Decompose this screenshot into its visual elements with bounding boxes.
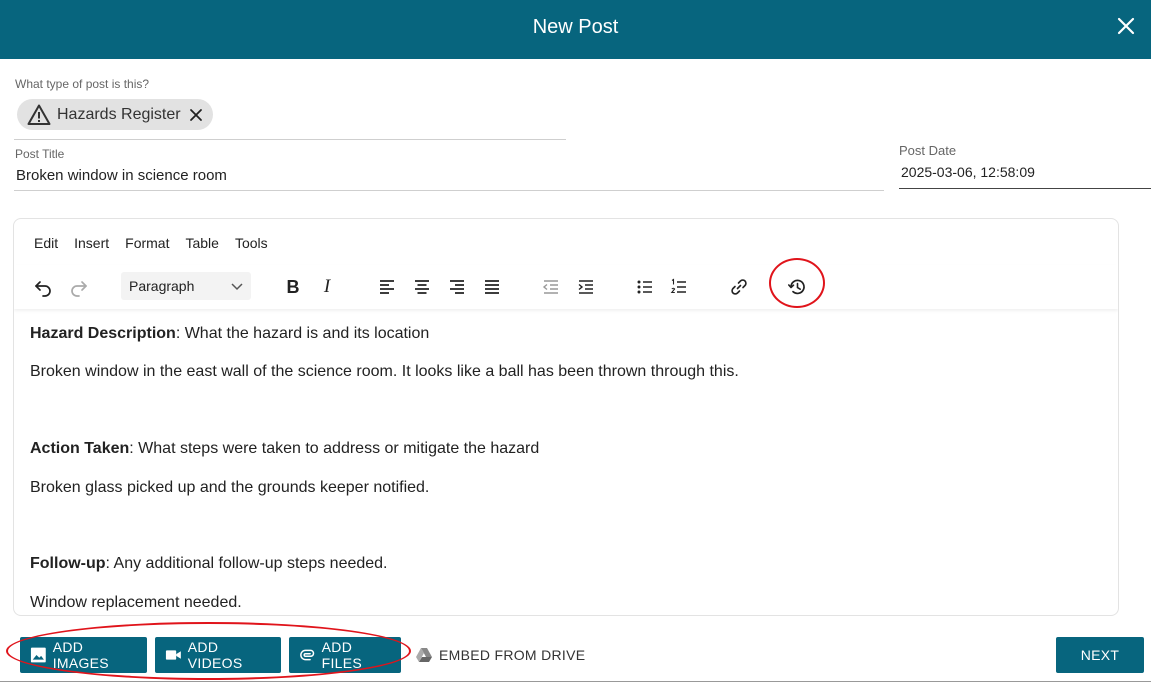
add-images-button[interactable]: ADD IMAGES xyxy=(20,637,147,673)
post-date-underline xyxy=(899,188,1151,189)
video-camera-icon xyxy=(165,650,181,660)
post-type-label: What type of post is this? xyxy=(15,77,150,91)
close-icon[interactable] xyxy=(1117,17,1135,35)
redo-icon[interactable] xyxy=(65,273,93,301)
paperclip-icon xyxy=(300,649,315,661)
menu-format[interactable]: Format xyxy=(125,235,169,251)
menu-table[interactable]: Table xyxy=(185,235,218,251)
editor-toolbar: Paragraph B I xyxy=(14,265,1118,309)
embed-from-drive-label: EMBED FROM DRIVE xyxy=(439,647,586,663)
action-heading: Action Taken xyxy=(30,440,130,457)
dialog-header: New Post xyxy=(0,0,1151,59)
history-icon[interactable] xyxy=(783,273,811,301)
action-bar: ADD IMAGES ADD VIDEOS ADD FILES EMBED FR… xyxy=(0,628,1151,682)
post-type-underline xyxy=(14,139,566,140)
align-justify-icon[interactable] xyxy=(478,273,506,301)
add-videos-label: ADD VIDEOS xyxy=(187,639,243,671)
follow-text: Window replacement needed. xyxy=(30,594,242,611)
add-videos-button[interactable]: ADD VIDEOS xyxy=(155,637,281,673)
editor-menubar: Edit Insert Format Table Tools xyxy=(34,235,268,251)
align-right-icon[interactable] xyxy=(443,273,471,301)
dialog-title: New Post xyxy=(532,16,619,38)
post-title-label: Post Title xyxy=(15,147,65,161)
post-type-chip-label: Hazards Register xyxy=(57,105,181,123)
align-center-icon[interactable] xyxy=(408,273,436,301)
bold-icon[interactable]: B xyxy=(279,273,307,301)
google-drive-icon xyxy=(416,648,432,662)
image-icon xyxy=(30,647,46,663)
action-taken-line: Action Taken: What steps were taken to a… xyxy=(30,439,539,459)
menu-edit[interactable]: Edit xyxy=(34,235,58,251)
add-images-label: ADD IMAGES xyxy=(52,639,109,671)
next-button[interactable]: NEXT xyxy=(1056,637,1144,673)
post-title-underline xyxy=(14,190,884,191)
block-format-select[interactable]: Paragraph xyxy=(121,272,251,300)
menu-tools[interactable]: Tools xyxy=(235,235,268,251)
hazard-text: Broken window in the east wall of the sc… xyxy=(30,363,739,380)
menu-insert[interactable]: Insert xyxy=(74,235,109,251)
hazard-description-line: Hazard Description: What the hazard is a… xyxy=(30,324,429,344)
outdent-icon[interactable] xyxy=(537,273,565,301)
action-text: Broken glass picked up and the grounds k… xyxy=(30,479,430,496)
hazard-prompt: : What the hazard is and its location xyxy=(175,325,430,342)
chip-remove-icon[interactable] xyxy=(189,108,203,122)
align-left-icon[interactable] xyxy=(373,273,401,301)
add-files-label: ADD FILES xyxy=(321,639,363,671)
link-icon[interactable] xyxy=(725,273,753,301)
undo-icon[interactable] xyxy=(29,273,57,301)
bullet-list-icon[interactable] xyxy=(631,273,659,301)
block-format-value: Paragraph xyxy=(129,278,195,294)
chevron-down-icon xyxy=(230,279,244,293)
add-files-button[interactable]: ADD FILES xyxy=(289,637,401,673)
post-date-input[interactable]: 2025-03-06, 12:58:09 xyxy=(901,164,1035,180)
rich-text-editor: Edit Insert Format Table Tools Paragraph… xyxy=(13,218,1119,616)
next-label: NEXT xyxy=(1080,647,1120,663)
embed-from-drive-button[interactable]: EMBED FROM DRIVE xyxy=(415,637,585,673)
hazard-heading: Hazard Description xyxy=(30,325,176,342)
post-type-chip[interactable]: Hazards Register xyxy=(17,99,213,130)
follow-up-line: Follow-up: Any additional follow-up step… xyxy=(30,554,388,574)
post-title-input[interactable]: Broken window in science room xyxy=(16,167,227,184)
numbered-list-icon[interactable] xyxy=(665,273,693,301)
action-prompt: : What steps were taken to address or mi… xyxy=(129,440,540,457)
warning-icon xyxy=(27,103,51,127)
follow-heading: Follow-up xyxy=(30,555,106,572)
follow-prompt: : Any additional follow-up steps needed. xyxy=(105,555,388,572)
indent-icon[interactable] xyxy=(572,273,600,301)
post-date-label: Post Date xyxy=(899,143,957,158)
italic-icon[interactable]: I xyxy=(313,273,341,301)
